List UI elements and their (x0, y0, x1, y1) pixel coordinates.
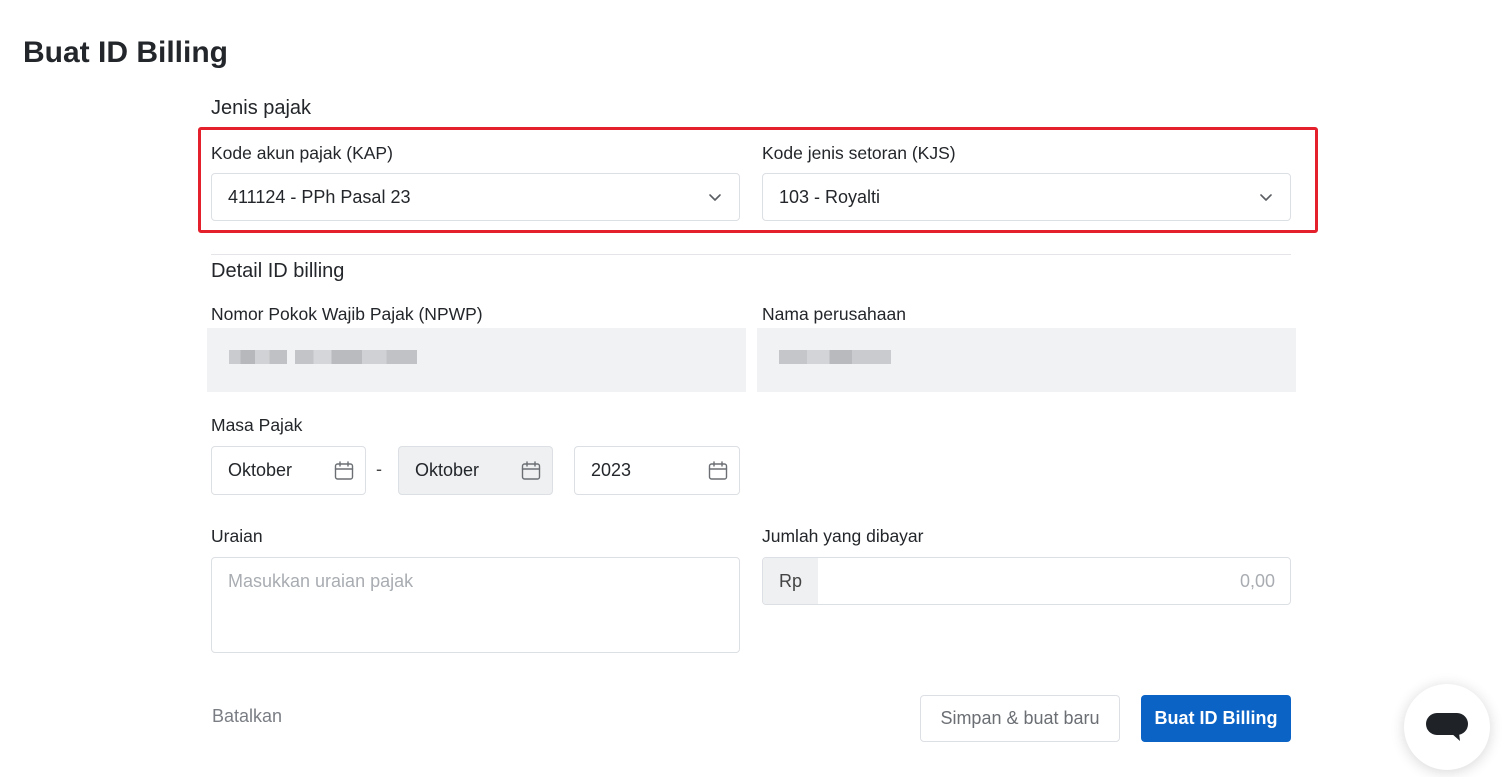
npwp-field-redacted (207, 328, 746, 392)
to-month-value: Oktober (415, 460, 480, 480)
from-month-value: Oktober (228, 460, 293, 480)
kjs-label: Kode jenis setoran (KJS) (762, 143, 956, 163)
calendar-icon (521, 460, 541, 480)
to-month-picker: Oktober (398, 446, 553, 495)
cancel-link[interactable]: Batalkan (212, 706, 282, 727)
save-and-new-button[interactable]: Simpan & buat baru (920, 695, 1120, 742)
kap-select-value: 411124 - PPh Pasal 23 (228, 186, 411, 207)
uraian-placeholder: Masukkan uraian pajak (228, 571, 414, 591)
npwp-label: Nomor Pokok Wajib Pajak (NPWP) (211, 304, 483, 324)
masa-pajak-label: Masa Pajak (211, 415, 303, 435)
kjs-select-value: 103 - Royalti (779, 186, 881, 207)
section-title-detail: Detail ID billing (211, 260, 345, 282)
page-title: Buat ID Billing (23, 36, 228, 69)
kap-label: Kode akun pajak (KAP) (211, 143, 393, 163)
create-billing-button[interactable]: Buat ID Billing (1141, 695, 1291, 742)
amount-input[interactable]: Rp 0,00 (762, 557, 1291, 605)
from-month-picker[interactable]: Oktober (211, 446, 366, 495)
kjs-select[interactable]: 103 - Royalti (762, 173, 1291, 221)
kap-select[interactable]: 411124 - PPh Pasal 23 (211, 173, 740, 221)
uraian-textarea[interactable]: Masukkan uraian pajak (211, 557, 740, 653)
year-picker[interactable]: 2023 (574, 446, 740, 495)
chevron-down-icon (1260, 194, 1272, 201)
company-field-redacted (757, 328, 1296, 392)
jumlah-label: Jumlah yang dibayar (762, 526, 924, 546)
company-label: Nama perusahaan (762, 304, 906, 324)
year-value: 2023 (591, 460, 632, 480)
section-title-jenis-pajak: Jenis pajak (211, 97, 312, 119)
calendar-icon (708, 460, 728, 480)
chevron-down-icon (709, 194, 721, 201)
calendar-icon (334, 460, 354, 480)
chat-button[interactable] (1404, 684, 1490, 770)
date-range-separator: - (376, 459, 382, 479)
chat-bubble-icon (1426, 713, 1468, 741)
currency-prefix: Rp (763, 558, 818, 604)
uraian-label: Uraian (211, 526, 263, 546)
amount-value: 0,00 (1239, 571, 1275, 591)
section-divider (211, 254, 1291, 255)
